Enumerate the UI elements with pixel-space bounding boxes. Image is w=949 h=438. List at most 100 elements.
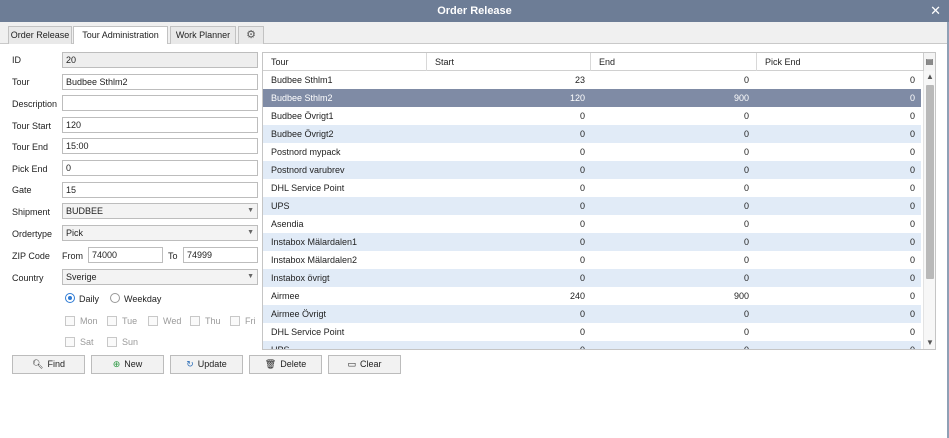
table-row[interactable]: Asendia 0 0 0	[263, 215, 921, 233]
new-button[interactable]: ⊕ New	[91, 355, 164, 374]
tab-settings[interactable]: ⚙	[238, 26, 264, 44]
table-cell: UPS	[271, 201, 290, 211]
table-cell: 0	[579, 111, 585, 121]
zip-to-label: To	[168, 251, 178, 261]
ordertype-select[interactable]: Pick ▼	[62, 225, 258, 241]
delete-button[interactable]: 🗑︎ Delete	[249, 355, 322, 374]
table-cell: Airmee	[271, 291, 300, 301]
table-row[interactable]: UPS 0 0 0	[263, 197, 921, 215]
chevron-down-icon: ▼	[247, 229, 254, 236]
scrollbar-thumb[interactable]	[926, 85, 934, 279]
table-cell: 0	[743, 129, 749, 139]
friday-checkbox[interactable]	[230, 316, 240, 326]
table-cell: UPS	[271, 345, 290, 350]
tour-start-field[interactable]: 120	[62, 117, 258, 133]
tuesday-label: Tue	[122, 316, 138, 326]
table-row[interactable]: Instabox Mälardalen2 0 0 0	[263, 251, 921, 269]
zip-to-field[interactable]: 74999	[183, 247, 258, 263]
tour-end-field[interactable]: 15:00	[62, 138, 258, 154]
sunday-checkbox[interactable]	[107, 337, 117, 347]
wednesday-label: Wed	[163, 316, 182, 326]
column-header-tour[interactable]: Tour	[263, 53, 427, 71]
table-row[interactable]: Instabox Mälardalen1 0 0 0	[263, 233, 921, 251]
table-row[interactable]: DHL Service Point 0 0 0	[263, 323, 921, 341]
table-cell: 0	[579, 183, 585, 193]
tour-field[interactable]: Budbee Sthlm2	[62, 74, 258, 90]
table-cell: 900	[733, 291, 749, 301]
description-field[interactable]	[62, 95, 258, 111]
column-chooser-icon[interactable]: ▤	[923, 53, 935, 71]
table-cell: 0	[579, 327, 585, 337]
tuesday-checkbox[interactable]	[107, 316, 117, 326]
table-cell: 120	[569, 93, 585, 103]
column-header-start[interactable]: Start	[427, 53, 591, 71]
gear-icon: ⚙	[246, 29, 256, 41]
scroll-up-icon[interactable]: ▲	[924, 71, 935, 83]
table-row[interactable]: Airmee 240 900 0	[263, 287, 921, 305]
chevron-down-icon: ▼	[247, 207, 254, 214]
table-cell: 0	[909, 345, 915, 350]
table-cell: 0	[909, 165, 915, 175]
table-row[interactable]: Postnord mypack 0 0 0	[263, 143, 921, 161]
delete-label: Delete	[280, 359, 307, 369]
zip-code-label: ZIP Code	[12, 251, 50, 261]
saturday-checkbox[interactable]	[65, 337, 75, 347]
update-button[interactable]: ↻ Update	[170, 355, 243, 374]
find-button[interactable]: 🔍︎ Find	[12, 355, 85, 374]
table-row[interactable]: Budbee Övrigt1 0 0 0	[263, 107, 921, 125]
table-cell: Postnord varubrev	[271, 165, 345, 175]
daily-radio[interactable]	[65, 293, 75, 303]
table-cell: Budbee Sthlm1	[271, 75, 333, 85]
country-select[interactable]: Sverige ▼	[62, 269, 258, 285]
table-cell: Instabox övrigt	[271, 273, 330, 283]
column-header-pick-end[interactable]: Pick End	[757, 53, 923, 71]
window-title: Order Release	[437, 5, 512, 17]
table-row[interactable]: Budbee Sthlm1 23 0 0	[263, 71, 921, 89]
table-row[interactable]: Budbee Övrigt2 0 0 0	[263, 125, 921, 143]
table-cell: 0	[743, 183, 749, 193]
table-cell: 0	[909, 327, 915, 337]
weekday-label: Weekday	[124, 294, 162, 304]
tab-work-planner[interactable]: Work Planner	[170, 26, 236, 44]
id-field: 20	[62, 52, 258, 68]
country-label: Country	[12, 273, 44, 283]
vertical-scrollbar[interactable]: ▲ ▼	[923, 71, 935, 349]
id-label: ID	[12, 55, 21, 65]
table-cell: 0	[743, 327, 749, 337]
table-cell: 0	[743, 201, 749, 211]
table-row[interactable]: Budbee Sthlm2 120 900 0	[263, 89, 921, 107]
table-cell: 0	[579, 273, 585, 283]
table-cell: 0	[909, 291, 915, 301]
column-header-end[interactable]: End	[591, 53, 757, 71]
clear-button[interactable]: ▭ Clear	[328, 355, 401, 374]
table-row[interactable]: Airmee Övrigt 0 0 0	[263, 305, 921, 323]
table-row[interactable]: DHL Service Point 0 0 0	[263, 179, 921, 197]
chevron-down-icon: ▼	[247, 273, 254, 280]
gate-field[interactable]: 15	[62, 182, 258, 198]
monday-label: Mon	[80, 316, 98, 326]
table-row[interactable]: UPS 0 0 0	[263, 341, 921, 350]
tab-tour-administration[interactable]: Tour Administration	[73, 26, 168, 45]
table-cell: 0	[743, 165, 749, 175]
table-cell: 0	[743, 75, 749, 85]
table-cell: 0	[909, 183, 915, 193]
wednesday-checkbox[interactable]	[148, 316, 158, 326]
table-cell: Budbee Övrigt1	[271, 111, 334, 121]
thursday-checkbox[interactable]	[190, 316, 200, 326]
pick-end-field[interactable]: 0	[62, 160, 258, 176]
scroll-down-icon[interactable]: ▼	[924, 337, 935, 349]
table-cell: 900	[733, 93, 749, 103]
shipment-select[interactable]: BUDBEE ▼	[62, 203, 258, 219]
tour-end-label: Tour End	[12, 142, 49, 152]
table-row[interactable]: Postnord varubrev 0 0 0	[263, 161, 921, 179]
table-cell: Postnord mypack	[271, 147, 341, 157]
update-label: Update	[197, 359, 227, 369]
table-cell: 0	[743, 147, 749, 157]
table-row[interactable]: Instabox övrigt 0 0 0	[263, 269, 921, 287]
zip-from-field[interactable]: 74000	[88, 247, 163, 263]
close-icon[interactable]: ✕	[930, 0, 941, 22]
tab-order-release[interactable]: Order Release	[8, 26, 72, 44]
weekday-radio[interactable]	[110, 293, 120, 303]
monday-checkbox[interactable]	[65, 316, 75, 326]
table-cell: 0	[579, 147, 585, 157]
